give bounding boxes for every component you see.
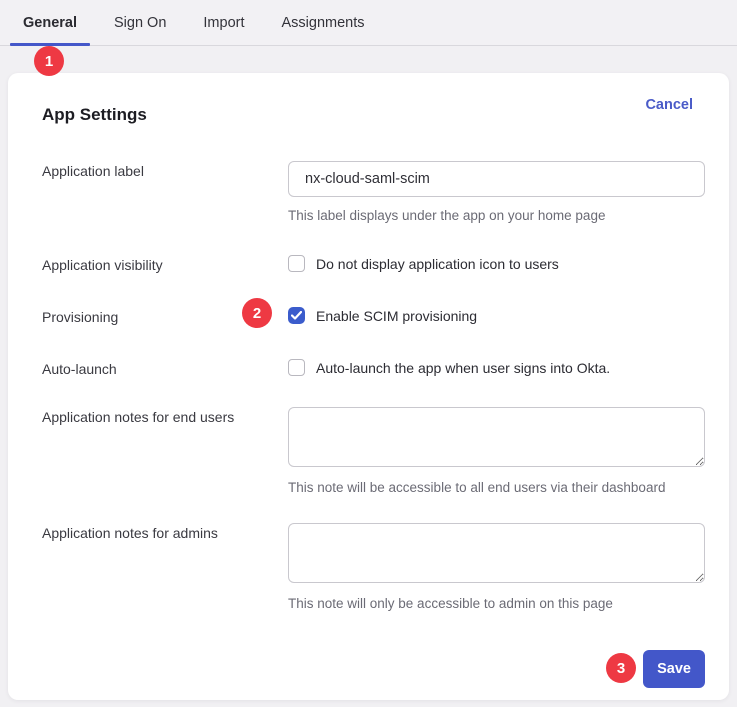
- tab-general[interactable]: General: [10, 0, 90, 45]
- application-label-caption: Application label: [42, 161, 288, 223]
- tab-general-label: General: [23, 15, 77, 31]
- tab-sign-on-label: Sign On: [114, 15, 166, 31]
- provisioning-checkbox[interactable]: [288, 307, 305, 324]
- provisioning-row: Provisioning Enable SCIM provisioning: [42, 307, 705, 325]
- checkmark-icon: [291, 311, 302, 320]
- auto-launch-row: Auto-launch Auto-launch the app when use…: [42, 359, 705, 377]
- tab-bar: General Sign On Import Assignments: [0, 0, 737, 46]
- notes-admins-textarea[interactable]: [288, 523, 705, 583]
- save-button[interactable]: Save: [643, 650, 705, 688]
- auto-launch-checkbox[interactable]: [288, 359, 305, 376]
- notes-admins-caption: Application notes for admins: [42, 523, 288, 611]
- tab-assignments-label: Assignments: [282, 15, 365, 31]
- application-label-help: This label displays under the app on you…: [288, 208, 705, 223]
- panel-title: App Settings: [42, 97, 147, 125]
- auto-launch-checkbox-label: Auto-launch the app when user signs into…: [316, 360, 610, 376]
- tab-sign-on[interactable]: Sign On: [101, 0, 179, 45]
- application-label-input[interactable]: [288, 161, 705, 197]
- app-settings-panel: App Settings Cancel Application label Th…: [8, 73, 729, 700]
- provisioning-checkbox-label: Enable SCIM provisioning: [316, 308, 477, 324]
- application-visibility-row: Application visibility Do not display ap…: [42, 255, 705, 273]
- notes-end-users-caption: Application notes for end users: [42, 407, 288, 495]
- tab-import-label: Import: [203, 15, 244, 31]
- tab-import[interactable]: Import: [190, 0, 257, 45]
- application-visibility-checkbox[interactable]: [288, 255, 305, 272]
- application-visibility-checkbox-label: Do not display application icon to users: [316, 256, 559, 272]
- application-label-row: Application label This label displays un…: [42, 161, 705, 223]
- panel-header: App Settings Cancel: [42, 97, 705, 125]
- auto-launch-caption: Auto-launch: [42, 359, 288, 377]
- notes-end-users-textarea[interactable]: [288, 407, 705, 467]
- cancel-link[interactable]: Cancel: [645, 97, 705, 113]
- tab-assignments[interactable]: Assignments: [269, 0, 378, 45]
- annotation-badge-3: 3: [606, 653, 636, 683]
- annotation-badge-2: 2: [242, 298, 272, 328]
- application-visibility-caption: Application visibility: [42, 255, 288, 273]
- notes-admins-row: Application notes for admins This note w…: [42, 523, 705, 611]
- notes-admins-help: This note will only be accessible to adm…: [288, 596, 705, 611]
- annotation-badge-1: 1: [34, 46, 64, 76]
- notes-end-users-row: Application notes for end users This not…: [42, 407, 705, 495]
- notes-end-users-help: This note will be accessible to all end …: [288, 480, 705, 495]
